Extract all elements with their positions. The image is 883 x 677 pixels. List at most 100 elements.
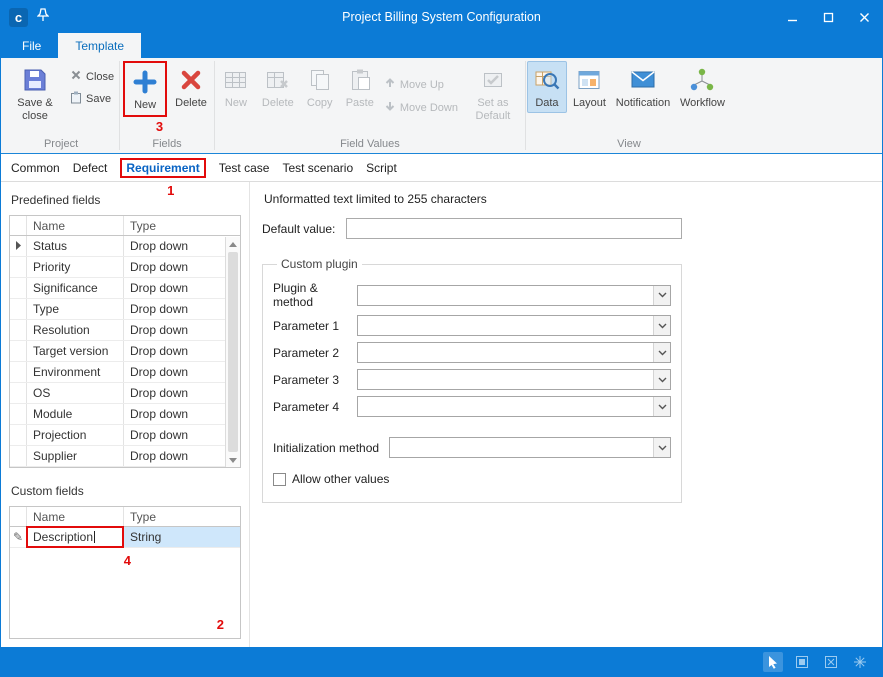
title-bar: c Project Billing System Configuration bbox=[1, 1, 882, 33]
save-and-close-button[interactable]: Save & close bbox=[4, 61, 66, 125]
scrollbar-thumb[interactable] bbox=[228, 252, 238, 452]
dropdown-chevron-icon[interactable] bbox=[653, 438, 670, 457]
menu-bar: File Template bbox=[1, 33, 882, 58]
default-value-input[interactable] bbox=[346, 218, 682, 239]
dropdown-chevron-icon[interactable] bbox=[653, 343, 670, 362]
plugin-method-input[interactable] bbox=[358, 286, 653, 305]
table-row[interactable]: ResolutionDrop down bbox=[10, 320, 240, 341]
minimize-button[interactable] bbox=[774, 1, 810, 33]
delete-field-button[interactable]: Delete bbox=[169, 61, 213, 113]
plugin-method-label: Plugin & method bbox=[273, 281, 357, 309]
table-row[interactable]: PriorityDrop down bbox=[10, 257, 240, 278]
table-row[interactable]: Status Drop down bbox=[10, 236, 240, 257]
data-view-button[interactable]: Data bbox=[527, 61, 567, 113]
crossed-box-icon[interactable] bbox=[821, 652, 841, 672]
tab-test-case[interactable]: Test case bbox=[219, 161, 270, 175]
ribbon-group-field-values: New Delete Copy bbox=[216, 58, 524, 153]
parameter2-combo bbox=[357, 342, 671, 363]
dropdown-chevron-icon[interactable] bbox=[653, 397, 670, 416]
move-down-button[interactable]: Move Down bbox=[380, 98, 462, 117]
table-row[interactable]: TypeDrop down bbox=[10, 299, 240, 320]
table-row[interactable]: SupplierDrop down bbox=[10, 446, 240, 467]
ribbon-separator bbox=[119, 61, 120, 150]
magnifier-table-icon bbox=[534, 65, 560, 95]
edit-pencil-icon: ✎ bbox=[13, 530, 23, 544]
parameter1-input[interactable] bbox=[358, 316, 653, 335]
vertical-scrollbar[interactable] bbox=[225, 237, 240, 467]
scroll-down-icon[interactable] bbox=[226, 453, 240, 467]
column-header-name[interactable]: Name bbox=[27, 216, 124, 235]
custom-field-type-cell[interactable]: String bbox=[124, 527, 240, 547]
table-row[interactable]: EnvironmentDrop down bbox=[10, 362, 240, 383]
layout-view-button[interactable]: Layout bbox=[567, 61, 612, 113]
tab-requirement[interactable]: Requirement bbox=[126, 161, 199, 175]
tab-template[interactable]: Template bbox=[58, 33, 141, 58]
table-row[interactable]: OSDrop down bbox=[10, 383, 240, 404]
snowflake-icon[interactable] bbox=[850, 652, 870, 672]
close-button[interactable]: Close bbox=[66, 67, 118, 86]
predefined-fields-table: Name Type Status Drop down PriorityDrop … bbox=[9, 215, 241, 468]
parameter2-input[interactable] bbox=[358, 343, 653, 362]
table-row[interactable]: ProjectionDrop down bbox=[10, 425, 240, 446]
checkmark-icon bbox=[481, 65, 505, 95]
status-bar bbox=[1, 647, 882, 676]
delete-value-button[interactable]: Delete bbox=[256, 61, 300, 113]
table-row[interactable]: SignificanceDrop down bbox=[10, 278, 240, 299]
group-label-project: Project bbox=[4, 137, 118, 153]
maximize-button[interactable] bbox=[810, 1, 846, 33]
plus-icon bbox=[133, 67, 157, 97]
copy-icon bbox=[308, 65, 332, 95]
column-header-type[interactable]: Type bbox=[124, 507, 240, 526]
new-field-button[interactable]: New bbox=[125, 63, 165, 115]
parameter3-combo bbox=[357, 369, 671, 390]
parameter1-combo bbox=[357, 315, 671, 336]
dropdown-chevron-icon[interactable] bbox=[653, 286, 670, 305]
parameter4-input[interactable] bbox=[358, 397, 653, 416]
parameter3-input[interactable] bbox=[358, 370, 653, 389]
group-label-fields: Fields bbox=[121, 137, 213, 153]
new-value-button[interactable]: New bbox=[216, 61, 256, 113]
pin-icon[interactable] bbox=[37, 8, 49, 27]
tab-file[interactable]: File bbox=[5, 33, 58, 58]
workflow-icon bbox=[689, 65, 715, 95]
column-header-name[interactable]: Name bbox=[27, 507, 124, 526]
cursor-tool-icon[interactable] bbox=[763, 652, 783, 672]
set-as-default-button[interactable]: Set as Default bbox=[462, 61, 524, 125]
field-details-panel: Unformatted text limited to 255 characte… bbox=[250, 182, 882, 647]
table-row[interactable]: Target versionDrop down bbox=[10, 341, 240, 362]
text-caret bbox=[94, 531, 95, 543]
ribbon-separator bbox=[214, 61, 215, 150]
tab-common[interactable]: Common bbox=[11, 161, 60, 175]
tab-script[interactable]: Script bbox=[366, 161, 397, 175]
table-row[interactable]: ModuleDrop down bbox=[10, 404, 240, 425]
paste-button[interactable]: Paste bbox=[340, 61, 380, 113]
tab-test-scenario[interactable]: Test scenario bbox=[282, 161, 353, 175]
custom-field-row[interactable]: ✎ Description 4 String bbox=[10, 527, 240, 548]
workflow-view-button[interactable]: Workflow bbox=[674, 61, 731, 113]
dropdown-chevron-icon[interactable] bbox=[653, 316, 670, 335]
parameter1-label: Parameter 1 bbox=[273, 319, 357, 333]
scroll-up-icon[interactable] bbox=[226, 237, 240, 251]
parameter2-label: Parameter 2 bbox=[273, 346, 357, 360]
notification-view-button[interactable]: Notification bbox=[612, 61, 674, 113]
initialization-method-input[interactable] bbox=[390, 438, 653, 457]
tab-defect[interactable]: Defect bbox=[73, 161, 108, 175]
annotation-1: 1 bbox=[167, 183, 174, 198]
layout-icon bbox=[576, 65, 602, 95]
column-header-type[interactable]: Type bbox=[124, 216, 225, 235]
table-delete-icon bbox=[265, 65, 290, 95]
copy-button[interactable]: Copy bbox=[300, 61, 340, 113]
dropdown-chevron-icon[interactable] bbox=[653, 370, 670, 389]
ribbon-group-project: Save & close Close Save Project bbox=[4, 58, 118, 153]
allow-other-values-checkbox[interactable] bbox=[273, 473, 286, 486]
custom-field-name-cell[interactable]: Description 4 bbox=[27, 527, 124, 547]
frame-icon[interactable] bbox=[792, 652, 812, 672]
save-button[interactable]: Save bbox=[66, 89, 118, 108]
close-x-icon bbox=[70, 69, 82, 84]
move-up-button[interactable]: Move Up bbox=[380, 75, 462, 94]
ribbon-group-fields: New 3 Delete Fields bbox=[121, 58, 213, 153]
predefined-fields-title: Predefined fields bbox=[11, 193, 249, 207]
allow-other-values-label: Allow other values bbox=[292, 472, 389, 486]
custom-plugin-title: Custom plugin bbox=[277, 257, 362, 271]
close-window-button[interactable] bbox=[846, 1, 882, 33]
